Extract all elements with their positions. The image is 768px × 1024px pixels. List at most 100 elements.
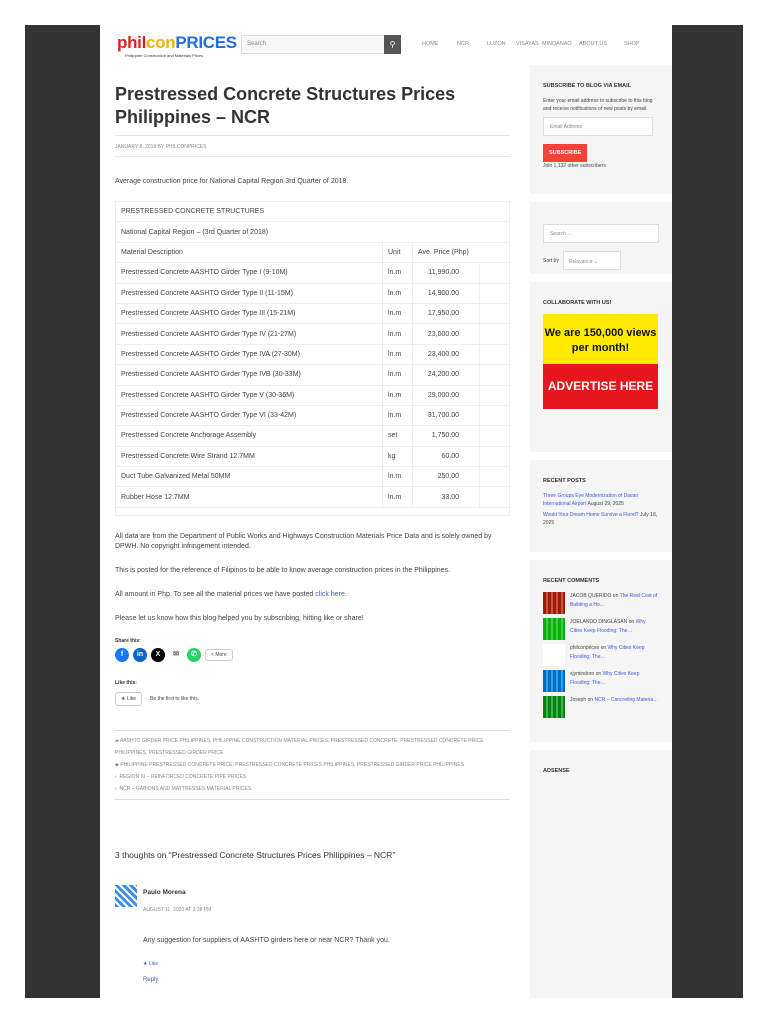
unit: ln.m <box>382 364 413 386</box>
column-header: Unit <box>382 241 413 264</box>
search-input[interactable]: Search <box>241 35 401 54</box>
tags[interactable]: ◆ PHILIPPINE PRESTRESSED CONCRETE PRICE,… <box>115 759 510 771</box>
empty-cell <box>479 262 510 284</box>
like-button-label: Like <box>126 695 137 702</box>
disclaimer: All data are from the Department of Publ… <box>115 532 492 550</box>
main-nav: HOME NCR LUZON VISAYAS MINDANAO ABOUT US… <box>422 41 640 47</box>
more-button[interactable]: < More <box>205 648 233 661</box>
empty-cell <box>479 343 510 366</box>
reply-link[interactable]: Reply <box>143 977 158 983</box>
advertise-banner[interactable]: We are 150,000 views per month! ADVERTIS… <box>543 314 658 409</box>
nav-visayas[interactable]: VISAYAS <box>516 41 542 47</box>
nav-about[interactable]: ABOUT US <box>579 41 624 47</box>
avatar <box>543 670 565 692</box>
on-text: on <box>599 645 608 651</box>
recent-comment: sjymindoro on Why Cities Keep Flooding: … <box>543 670 659 692</box>
table-row: Prestressed Concrete AASHTO Girder Type … <box>115 364 510 386</box>
subscriber-count: Join 1,132 other subscribers <box>543 163 606 169</box>
empty-cell <box>479 302 510 325</box>
table-row: Prestressed Concrete AASHTO Girder Type … <box>115 262 510 284</box>
share-label: Share this: <box>115 637 141 644</box>
comment-author: JOELANDO DINGLASAN <box>570 619 628 625</box>
logo-text: PRICES <box>175 33 237 52</box>
nav-home[interactable]: HOME <box>422 41 457 47</box>
unit: ln.m <box>382 404 413 427</box>
x-icon[interactable]: X <box>151 647 165 662</box>
table-row: Prestressed Concrete AASHTO Girder Type … <box>115 384 510 406</box>
sort-select[interactable]: Relevance ⌄ <box>562 251 621 270</box>
facebook-icon[interactable]: f <box>115 647 129 662</box>
nav-luzon[interactable]: LUZON <box>487 41 516 47</box>
sort-label: Sort by <box>543 257 559 264</box>
table-row: Prestressed Concrete AASHTO Girder Type … <box>115 343 510 366</box>
material-description: Prestressed Concrete Wire Strand 12.7MM <box>115 445 383 468</box>
unit: ln.m <box>382 343 413 366</box>
recent-post-link[interactable]: Would Your Dream Home Survive a Flood? <box>543 512 639 518</box>
empty-cell <box>479 282 510 304</box>
nav-ncr[interactable]: NCR <box>457 41 487 47</box>
column-header: Material Description <box>115 241 383 264</box>
like-button[interactable]: ★ Like <box>115 691 143 706</box>
comment-date[interactable]: AUGUST 11, 2020 AT 3:28 PM <box>143 907 211 913</box>
comment-text: Any suggestion for suppliers of AASHTO g… <box>143 936 390 944</box>
table-row: Prestressed Concrete AASHTO Girder Type … <box>115 282 510 304</box>
price: 1,750.00 <box>412 425 480 447</box>
whatsapp-icon[interactable]: ✆ <box>187 647 201 662</box>
nav-shop[interactable]: SHOP <box>624 41 640 47</box>
linkedin-icon[interactable]: in <box>133 647 147 662</box>
subscribe-button[interactable]: SUBSCRIBE <box>543 144 588 162</box>
price: 24,200.00 <box>412 364 480 386</box>
empty-cell <box>479 486 510 508</box>
empty-cell <box>479 404 510 427</box>
on-text: on <box>627 619 636 625</box>
post-content: Prestressed Concrete Structures Prices P… <box>115 83 510 995</box>
sidebar-search-input[interactable]: Search … <box>543 224 659 243</box>
comments-heading: 3 thoughts on “Prestressed Concrete Stru… <box>115 849 396 860</box>
table-row: Prestressed Concrete AASHTO Girder Type … <box>115 302 510 325</box>
empty-cell <box>479 323 510 345</box>
avatar <box>543 618 565 640</box>
next-post-title[interactable]: NCR – GABIONS AND MATTRESSES MATERIAL PR… <box>119 786 251 792</box>
prev-post-link[interactable]: ‹ REGION XI – REINFORCED CONCRETE PIPE P… <box>115 771 510 783</box>
material-description: Prestressed Concrete AASHTO Girder Type … <box>115 262 383 284</box>
material-description: Prestressed Concrete AASHTO Girder Type … <box>115 404 383 427</box>
table-row: Duct Tube Galvanized Metal 50MM ln.m 250.0… <box>115 466 510 488</box>
widget-title: RECENT COMMENTS <box>543 578 600 584</box>
price: 33.00 <box>412 486 480 508</box>
prev-post-title[interactable]: REGION XI – REINFORCED CONCRETE PIPE PRI… <box>119 774 246 780</box>
recent-posts-widget: RECENT POSTS Three Groups Eye Modernizat… <box>530 460 672 560</box>
nav-mindanao[interactable]: MINDANAO <box>542 41 579 47</box>
table-row: Prestressed Concrete AASHTO Girder Type … <box>115 404 510 427</box>
on-text: on <box>611 593 620 599</box>
material-description: Prestressed Concrete AASHTO Girder Type … <box>115 343 383 366</box>
email-icon[interactable]: ✉ <box>169 647 183 662</box>
empty-row <box>115 506 510 516</box>
widget-title: RECENT POSTS <box>543 478 586 484</box>
next-post-link[interactable]: › NCR – GABIONS AND MATTRESSES MATERIAL … <box>115 783 510 795</box>
comment-like-button[interactable]: ★ Like <box>143 961 158 967</box>
like-first-text: Be the first to like this. <box>150 695 199 702</box>
comment-post-link[interactable]: NCR – Concreting Materia… <box>594 697 658 703</box>
categories-text[interactable]: AASHTO GIRDER PRICE PHILIPPINES, PHILIPP… <box>115 738 484 756</box>
price: 250.00 <box>412 466 480 488</box>
material-description: Duct Tube Galvanized Metal 50MM <box>115 466 383 488</box>
tags-text[interactable]: PHILIPPINE PRESTRESSED CONCRETE PRICE, P… <box>120 762 464 768</box>
categories[interactable]: ▰ AASHTO GIRDER PRICE PHILIPPINES, PHILI… <box>115 735 510 759</box>
material-description: Prestressed Concrete AASHTO Girder Type … <box>115 282 383 304</box>
email-field[interactable]: Email Address <box>543 117 653 136</box>
search-button[interactable]: ⚲ <box>384 35 401 54</box>
comment-author: Joseph <box>570 697 587 703</box>
table-row: Prestressed Concrete Anchorage Assembly s… <box>115 425 510 447</box>
comment: Paulo Morena AUGUST 11, 2020 AT 3:28 PM … <box>115 884 510 995</box>
subscribe-widget: SUBSCRIBE TO BLOG VIA EMAIL Enter your e… <box>530 65 672 202</box>
adsense-widget: ADSENSE <box>530 750 672 774</box>
unit: ln.m <box>382 262 413 284</box>
search-widget: Search … Sort by Relevance ⌄ <box>530 202 672 282</box>
click-here-link[interactable]: click here. <box>315 591 347 598</box>
unit: ln.m <box>382 323 413 345</box>
price-table: PRESTRESSED CONCRETE STRUCTURES National… <box>115 200 510 516</box>
empty-cell <box>479 445 510 468</box>
post-footer: ▰ AASHTO GIRDER PRICE PHILIPPINES, PHILI… <box>115 729 510 800</box>
comment-author: Paulo Morena <box>143 888 186 896</box>
site-logo[interactable]: philconPRICES Philippine Construction an… <box>117 33 237 58</box>
